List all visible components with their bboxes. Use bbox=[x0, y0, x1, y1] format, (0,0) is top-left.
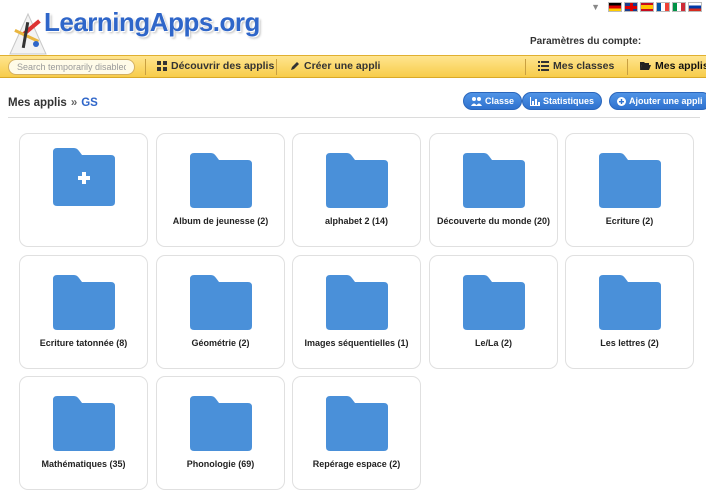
nav-divider bbox=[145, 59, 146, 75]
folder-tile[interactable]: Ecriture tatonnée (8) bbox=[19, 255, 148, 369]
folder-tile[interactable]: Découverte du monde (20) bbox=[429, 133, 558, 247]
language-selector: ▼ bbox=[591, 2, 702, 12]
nav-my-apps[interactable]: Mes applis bbox=[640, 60, 706, 72]
folder-label: Repérage espace (2) bbox=[312, 459, 401, 469]
folder-label: Mathématiques (35) bbox=[41, 459, 126, 469]
nav-discover-label: Découvrir des applis bbox=[171, 60, 275, 72]
pencil-icon bbox=[291, 62, 299, 70]
nav-create-label: Créer une appli bbox=[304, 60, 381, 72]
folder-label: Les lettres (2) bbox=[600, 338, 659, 348]
folder-tile[interactable]: Géométrie (2) bbox=[156, 255, 285, 369]
folder-tile[interactable]: Album de jeunesse (2) bbox=[156, 133, 285, 247]
flag-ru-icon[interactable] bbox=[688, 2, 702, 12]
folder-tile[interactable]: Repérage espace (2) bbox=[292, 376, 421, 490]
folder-icon bbox=[189, 153, 252, 208]
add-app-button-label: Ajouter une appli bbox=[629, 96, 703, 106]
classe-button[interactable]: Classe bbox=[463, 92, 523, 110]
folder-icon bbox=[598, 153, 661, 208]
folder-icon bbox=[462, 275, 525, 330]
folder-icon bbox=[325, 153, 388, 208]
folder-tile[interactable]: alphabet 2 (14) bbox=[292, 133, 421, 247]
folder-icon bbox=[598, 275, 661, 330]
navbar: Découvrir des applis Créer une appli Mes… bbox=[0, 55, 706, 78]
folder-icon bbox=[325, 396, 388, 451]
breadcrumb-root[interactable]: Mes applis bbox=[8, 97, 67, 109]
header: LearningApps.org ▼ Paramètres du compte: bbox=[0, 0, 706, 56]
folder-tile[interactable]: Phonologie (69) bbox=[156, 376, 285, 490]
folder-icon bbox=[52, 396, 115, 451]
folder-icon bbox=[189, 396, 252, 451]
folder-tile[interactable]: Le/La (2) bbox=[429, 255, 558, 369]
chevron-down-icon[interactable]: ▼ bbox=[591, 2, 600, 12]
folder-tile[interactable]: Mathématiques (35) bbox=[19, 376, 148, 490]
folder-label: Ecriture (2) bbox=[605, 216, 654, 226]
folder-label: Découverte du monde (20) bbox=[436, 216, 551, 226]
nav-discover[interactable]: Découvrir des applis bbox=[157, 60, 274, 72]
list-icon bbox=[538, 61, 549, 71]
folder-icon bbox=[325, 275, 388, 330]
bar-chart-icon bbox=[530, 96, 540, 106]
folder-label: Ecriture tatonnée (8) bbox=[39, 338, 128, 348]
users-icon bbox=[471, 96, 482, 106]
nav-create[interactable]: Créer une appli bbox=[290, 60, 380, 72]
folder-tile[interactable]: Images séquentielles (1) bbox=[292, 255, 421, 369]
stats-button-label: Statistiques bbox=[543, 96, 595, 106]
nav-classes-label: Mes classes bbox=[553, 60, 615, 72]
folder-tile[interactable]: Ecriture (2) bbox=[565, 133, 694, 247]
folder-label: Géométrie (2) bbox=[191, 338, 250, 348]
add-folder-tile[interactable] bbox=[19, 133, 148, 247]
flag-it-icon[interactable] bbox=[672, 2, 686, 12]
divider bbox=[8, 117, 700, 118]
folder-icon bbox=[52, 275, 115, 330]
breadcrumb-current[interactable]: GS bbox=[81, 97, 98, 109]
flag-gb-icon[interactable] bbox=[624, 2, 638, 12]
plus-circle-icon bbox=[617, 96, 626, 106]
folder-label: Images séquentielles (1) bbox=[304, 338, 409, 348]
add-app-button[interactable]: Ajouter une appli bbox=[609, 92, 706, 110]
classe-button-label: Classe bbox=[485, 96, 515, 106]
folder-icon bbox=[462, 153, 525, 208]
folder-label: alphabet 2 (14) bbox=[324, 216, 389, 226]
folder-label: Le/La (2) bbox=[474, 338, 512, 348]
nav-divider bbox=[627, 59, 628, 75]
flag-de-icon[interactable] bbox=[608, 2, 622, 12]
grid-icon bbox=[157, 61, 167, 71]
folder-open-icon bbox=[640, 62, 651, 70]
folder-icon bbox=[189, 275, 252, 330]
nav-divider bbox=[525, 59, 526, 75]
breadcrumb: Mes applis » GS bbox=[8, 97, 98, 109]
nav-my-apps-label: Mes applis bbox=[655, 60, 706, 72]
breadcrumb-separator: » bbox=[70, 97, 78, 109]
search-input[interactable] bbox=[8, 59, 135, 75]
stats-button[interactable]: Statistiques bbox=[522, 92, 603, 110]
logo-text[interactable]: LearningApps.org bbox=[44, 7, 260, 38]
nav-divider bbox=[276, 59, 277, 75]
flag-es-icon[interactable] bbox=[640, 2, 654, 12]
flag-fr-icon[interactable] bbox=[656, 2, 670, 12]
nav-classes[interactable]: Mes classes bbox=[538, 60, 614, 72]
folder-label: Phonologie (69) bbox=[186, 459, 255, 469]
account-settings-label[interactable]: Paramètres du compte: bbox=[530, 36, 641, 47]
folder-label: Album de jeunesse (2) bbox=[172, 216, 269, 226]
folder-plus-icon bbox=[52, 148, 115, 206]
folder-tile[interactable]: Les lettres (2) bbox=[565, 255, 694, 369]
